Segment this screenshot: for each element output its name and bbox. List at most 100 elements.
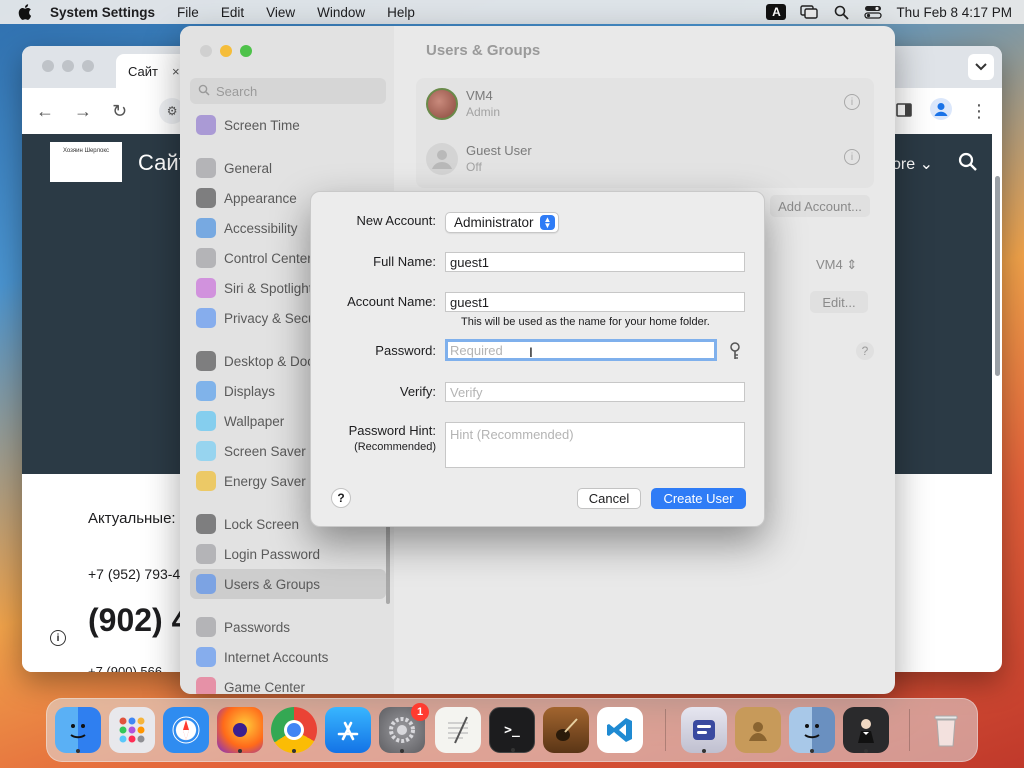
user-name: Guest User [466,143,532,158]
finder-icon[interactable] [55,707,101,753]
sidebar-item-general[interactable]: General [190,153,386,183]
menu-window[interactable]: Window [317,5,365,20]
auto-login-select[interactable]: VM4 ⇕ [816,257,857,273]
sidebar-item-internet-accounts[interactable]: Internet Accounts [190,642,386,672]
bartender-icon[interactable] [843,707,889,753]
password-hint-sublabel: (Recommended) [354,441,436,453]
utility-icon[interactable] [681,707,727,753]
sidebar-item-label: Accessibility [224,220,298,236]
phone-link[interactable]: +7 (900) 566- [88,664,166,672]
menu-view[interactable]: View [266,5,295,20]
settings-search-input[interactable]: Search [190,78,386,104]
screen-saver-icon [196,441,216,461]
garageband-icon[interactable] [543,707,589,753]
sidebar-item-login-password[interactable]: Login Password [190,539,386,569]
info-icon[interactable]: i [844,149,860,165]
site-search-icon[interactable] [958,152,978,175]
zoom-window-icon[interactable] [240,45,252,57]
firefox-icon[interactable] [217,707,263,753]
sidebar-item-label: Passwords [224,619,291,635]
terminal-icon[interactable]: >_ [489,707,535,753]
notification-badge: 1 [411,703,429,721]
add-account-button[interactable]: Add Account... [770,195,870,217]
more-menu-icon[interactable]: ⋮ [970,101,988,122]
trash-icon[interactable] [923,707,969,753]
sidebar-item-label: Screen Time [224,117,300,133]
sidebar-item-game-center[interactable]: Game Center [190,672,386,694]
reload-icon[interactable]: ↻ [112,101,127,122]
chevron-down-icon[interactable] [968,54,994,80]
user-row[interactable]: VM4 Admin i [416,78,874,133]
control-center-icon[interactable] [864,4,883,20]
back-icon[interactable]: ← [36,101,54,122]
user-role: Admin [466,105,501,119]
actual-label: Актуальные: [88,510,176,527]
desktop-doc-icon [196,351,216,371]
textedit-icon[interactable] [435,707,481,753]
browser-window-controls[interactable] [42,60,94,72]
full-name-field[interactable]: guest1 [445,252,745,272]
browser-scrollbar[interactable] [995,176,1000,376]
info-icon[interactable]: i [50,630,66,646]
app-store-icon[interactable] [325,707,371,753]
safari-icon[interactable] [163,707,209,753]
window-controls[interactable] [200,45,252,57]
forward-icon[interactable]: → [74,101,92,122]
password-field[interactable]: Required [445,339,717,361]
menu-bar: System Settings File Edit View Window He… [0,0,1024,24]
phone-large[interactable]: (902) 4 [88,602,189,639]
sidebar-item-label: Privacy & Secu [224,310,316,326]
account-type-select[interactable]: Administrator ▲ ▼ [445,212,559,233]
tab-close-icon[interactable]: × [172,64,180,79]
site-more-menu[interactable]: ore ⌄ [892,154,933,174]
menu-help[interactable]: Help [387,5,415,20]
menu-clock[interactable]: Thu Feb 8 4:17 PM [896,5,1012,20]
account-name-field[interactable]: guest1 [445,292,745,312]
phone-link[interactable]: +7 (952) 793-4 [88,566,180,582]
side-panel-icon[interactable] [896,101,912,122]
sidebar-item-label: Lock Screen [224,516,300,532]
new-account-dialog: New Account: Administrator ▲ ▼ Full Name:… [310,191,765,527]
menu-app-name[interactable]: System Settings [50,5,155,20]
cancel-button[interactable]: Cancel [577,488,641,509]
finder-2-icon[interactable] [789,707,835,753]
general-icon [196,158,216,178]
info-icon[interactable]: i [844,94,860,110]
system-settings-icon[interactable]: 1 [379,703,429,753]
user-name: VM4 [466,88,493,103]
verify-label: Verify: [399,384,436,399]
screen-mirroring-icon[interactable] [800,4,819,20]
launchpad-icon[interactable] [109,707,155,753]
verify-field[interactable]: Verify [445,382,745,402]
close-window-icon[interactable] [200,45,212,57]
password-hint-field[interactable]: Hint (Recommended) [445,422,745,468]
password-assistant-key-icon[interactable] [729,342,741,363]
help-button[interactable]: ? [856,342,874,360]
dialog-help-button[interactable]: ? [331,488,351,508]
apple-menu-icon[interactable] [18,4,32,20]
updown-chevron-icon: ⇕ [846,257,858,272]
sidebar-item-passwords[interactable]: Passwords [190,612,386,642]
profile-avatar-icon[interactable] [930,98,952,125]
menu-file[interactable]: File [177,5,199,20]
menu-edit[interactable]: Edit [221,5,244,20]
search-icon [198,84,210,99]
input-source-icon[interactable]: A [766,4,787,20]
sidebar-item-screen-time[interactable]: Screen Time [190,110,386,140]
vscode-icon[interactable] [597,707,643,753]
sidebar-item-label: Control Center [224,250,312,266]
edit-button[interactable]: Edit... [810,291,868,313]
sidebar-item-label: Siri & Spotlight [224,280,313,296]
user-row[interactable]: Guest User Off i [416,133,874,188]
sidebar-item-label: Desktop & Doc [224,353,315,369]
create-user-button[interactable]: Create User [651,488,746,509]
chevron-down-icon: ⌄ [919,156,933,173]
minimize-window-icon[interactable] [220,45,232,57]
auto-login-value: VM4 [816,257,843,272]
chrome-icon[interactable] [271,707,317,753]
sidebar-item-label: Internet Accounts [224,649,329,665]
site-logo[interactable]: Хозяин Шерлокс [50,142,122,182]
spotlight-search-icon[interactable] [832,4,850,20]
sidebar-item-users-groups[interactable]: Users & Groups [190,569,386,599]
contacts-icon[interactable] [735,707,781,753]
